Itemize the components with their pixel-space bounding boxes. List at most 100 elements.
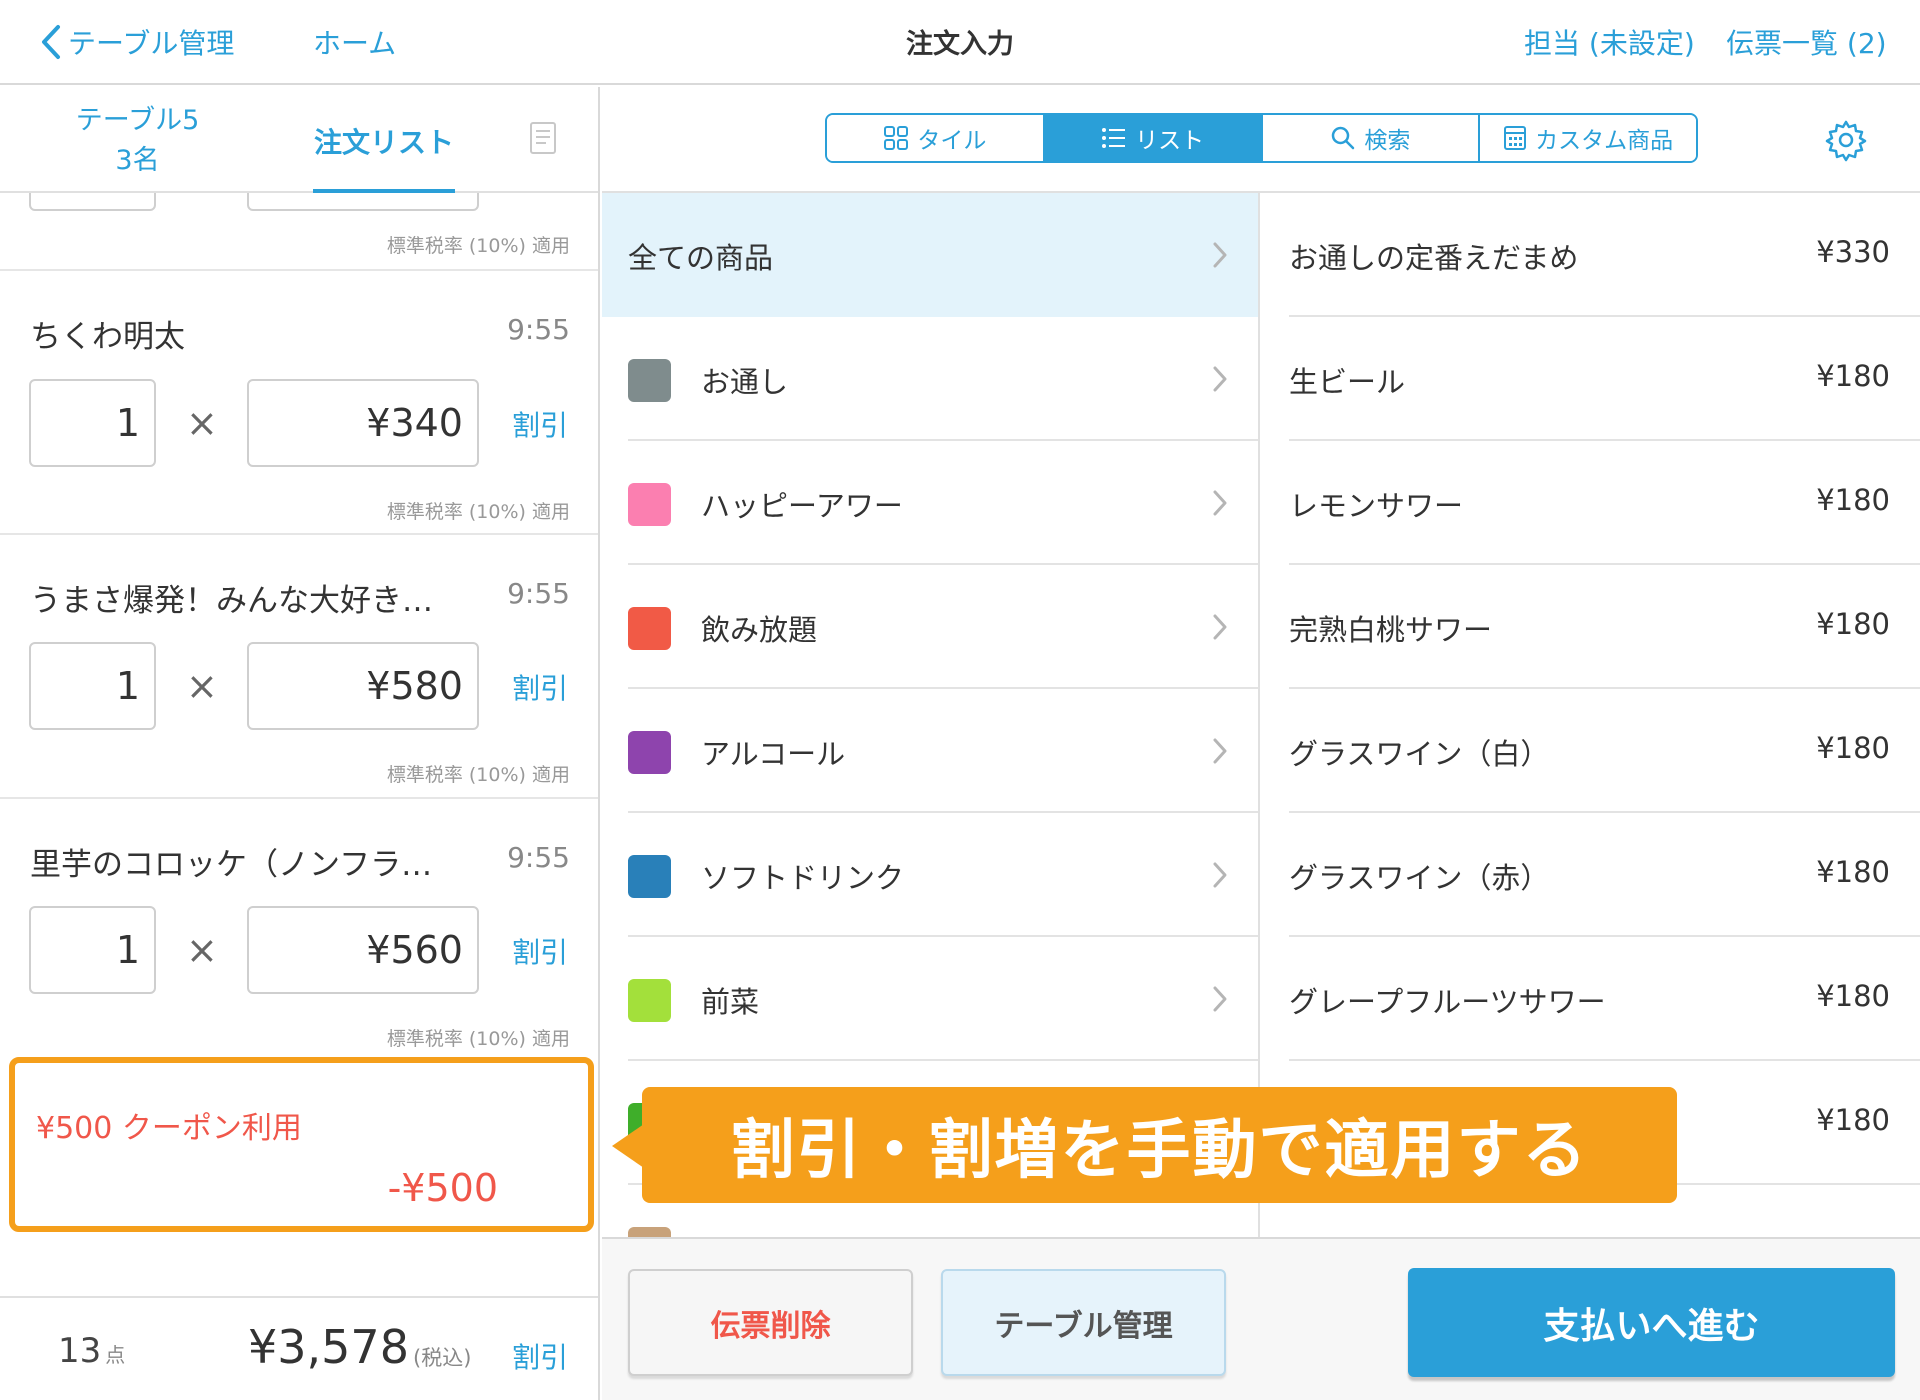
tax-included-label: (税込)	[413, 1346, 472, 1370]
item-discount-link[interactable]: 割引	[512, 667, 568, 707]
category-item[interactable]: アルコール	[602, 689, 1258, 813]
product-item[interactable]: グレープフルーツサワー ¥180	[1260, 937, 1920, 1061]
view-custom-button[interactable]: カスタム商品	[1480, 115, 1696, 161]
order-item[interactable]: うまさ爆発！みんな大好き… 9:55 1 × ¥580 割引 標準税率 (10%…	[0, 535, 598, 799]
gear-icon	[1825, 120, 1867, 162]
view-list-label: リスト	[1135, 128, 1205, 154]
item-name: うまさ爆発！みんな大好き…	[30, 583, 433, 619]
chevron-right-icon	[1213, 986, 1227, 1012]
tab-order-list[interactable]: 注文リスト	[313, 87, 455, 193]
product-item[interactable]: レモンサワー ¥180	[1260, 441, 1920, 565]
multiply-symbol: ×	[186, 401, 218, 445]
coupon-value: -¥500	[387, 1166, 498, 1210]
tab-table-info[interactable]: テーブル5 3名	[45, 101, 230, 181]
order-total: ¥3,578	[248, 1320, 409, 1374]
item-name: 里芋のコロッケ（ノンフラ…	[30, 847, 433, 883]
document-icon	[530, 122, 556, 154]
category-name: 飲み放題	[701, 613, 818, 647]
price-field[interactable]: ¥560	[247, 906, 479, 994]
product-price: ¥180	[1816, 359, 1890, 393]
settings-button[interactable]	[1824, 118, 1868, 166]
table-management-button[interactable]: テーブル管理	[941, 1269, 1226, 1376]
order-list-panel: テーブル5 3名 注文リスト 標準税率 (10%) 適用 ちくわ明太 9:55 …	[0, 87, 600, 1400]
action-bar: 伝票削除 テーブル管理 支払いへ進む	[602, 1237, 1920, 1400]
product-item[interactable]: 完熟白桃サワー ¥180	[1260, 565, 1920, 689]
search-icon	[1332, 126, 1355, 150]
calculator-icon	[1504, 126, 1527, 150]
price-field[interactable]: ¥340	[247, 379, 479, 467]
item-time: 9:55	[507, 313, 570, 346]
category-name: 全ての商品	[628, 241, 774, 275]
product-list: お通しの定番えだまめ ¥330 生ビール ¥180 レモンサワー ¥180 完熟…	[1260, 193, 1920, 1237]
category-item[interactable]: 前菜	[602, 937, 1258, 1061]
slip-list-link[interactable]: 伝票一覧 (2)	[1726, 22, 1887, 62]
view-tile-button[interactable]: タイル	[827, 115, 1045, 161]
delete-slip-button[interactable]: 伝票削除	[628, 1269, 913, 1376]
chevron-right-icon	[1213, 862, 1227, 888]
back-button[interactable]: テーブル管理	[40, 20, 234, 64]
annotation-callout: 割引・割増を手動で適用する	[642, 1087, 1677, 1203]
product-item[interactable]: グラスワイン（白） ¥180	[1260, 689, 1920, 813]
item-discount-link[interactable]: 割引	[512, 931, 568, 971]
receipt-tab[interactable]	[528, 121, 562, 159]
category-item[interactable]: ハッピーアワー	[602, 441, 1258, 565]
coupon-name: ¥500 クーポン利用	[36, 1111, 302, 1146]
category-color-swatch	[628, 855, 671, 898]
staff-selector[interactable]: 担当 (未設定)	[1524, 22, 1695, 62]
category-item[interactable]: 飲み放題	[602, 565, 1258, 689]
item-discount-link[interactable]: 割引	[512, 404, 568, 444]
view-search-button[interactable]: 検索	[1262, 115, 1481, 161]
left-tab-bar: テーブル5 3名 注文リスト	[0, 87, 598, 193]
table-name: テーブル5	[75, 105, 200, 136]
category-color-swatch	[628, 1227, 671, 1237]
view-custom-label: カスタム商品	[1535, 128, 1674, 154]
chevron-right-icon	[1213, 490, 1227, 516]
price-field[interactable]: ¥580	[247, 642, 479, 730]
category-name: アルコール	[701, 737, 846, 771]
product-name: お通しの定番えだまめ	[1289, 241, 1579, 275]
tile-icon	[884, 126, 909, 150]
tax-rate-note: 標準税率 (10%) 適用	[386, 1028, 570, 1050]
coupon-discount-item[interactable]: ¥500 クーポン利用 -¥500	[9, 1057, 594, 1232]
product-item[interactable]: 生ビール ¥180	[1260, 317, 1920, 441]
proceed-to-payment-button[interactable]: 支払いへ進む	[1408, 1268, 1895, 1377]
multiply-symbol: ×	[186, 664, 218, 708]
product-name: グラスワイン（赤）	[1289, 861, 1550, 895]
view-list-button[interactable]: リスト	[1044, 115, 1263, 161]
order-item[interactable]: ちくわ明太 9:55 1 × ¥340 割引 標準税率 (10%) 適用	[0, 271, 598, 535]
order-total-bar: 13 点 ¥3,578 (税込) 割引	[0, 1296, 598, 1400]
view-mode-switch: タイル リスト 検索 カスタム商品	[825, 113, 1698, 163]
view-tile-label: タイル	[917, 128, 987, 154]
back-button-label: テーブル管理	[68, 27, 235, 60]
item-time: 9:55	[507, 841, 570, 874]
category-name: 前菜	[701, 985, 760, 1019]
chevron-right-icon	[1213, 366, 1227, 392]
product-name: 生ビール	[1289, 365, 1406, 399]
category-item-all[interactable]: 全ての商品	[602, 193, 1258, 317]
item-count-unit: 点	[105, 1343, 126, 1367]
guest-count: 3名	[115, 145, 160, 176]
product-price: ¥180	[1816, 731, 1890, 765]
category-item[interactable]: お通し	[602, 317, 1258, 441]
quantity-field[interactable]: 1	[29, 906, 156, 994]
product-price: ¥180	[1816, 483, 1890, 517]
item-name: ちくわ明太	[30, 319, 185, 355]
product-price: ¥180	[1816, 855, 1890, 889]
product-name: グラスワイン（白）	[1289, 737, 1550, 771]
chevron-left-icon	[42, 25, 60, 59]
chevron-right-icon	[1213, 614, 1227, 640]
category-name: ハッピーアワー	[701, 489, 903, 523]
product-item[interactable]: グラスワイン（赤） ¥180	[1260, 813, 1920, 937]
quantity-field[interactable]: 1	[29, 379, 156, 467]
category-color-swatch	[628, 607, 671, 650]
tax-rate-note: 標準税率 (10%) 適用	[386, 764, 570, 786]
quantity-field[interactable]: 1	[29, 642, 156, 730]
product-name: グレープフルーツサワー	[1289, 985, 1606, 1019]
order-item[interactable]: 里芋のコロッケ（ノンフラ… 9:55 1 × ¥560 割引 標準税率 (10%…	[0, 799, 598, 1063]
order-discount-link[interactable]: 割引	[512, 1336, 568, 1376]
product-item[interactable]: お通しの定番えだまめ ¥330	[1260, 193, 1920, 317]
chevron-right-icon	[1213, 738, 1227, 764]
item-time: 9:55	[507, 577, 570, 610]
home-link[interactable]: ホーム	[313, 22, 396, 62]
category-item[interactable]: ソフトドリンク	[602, 813, 1258, 937]
